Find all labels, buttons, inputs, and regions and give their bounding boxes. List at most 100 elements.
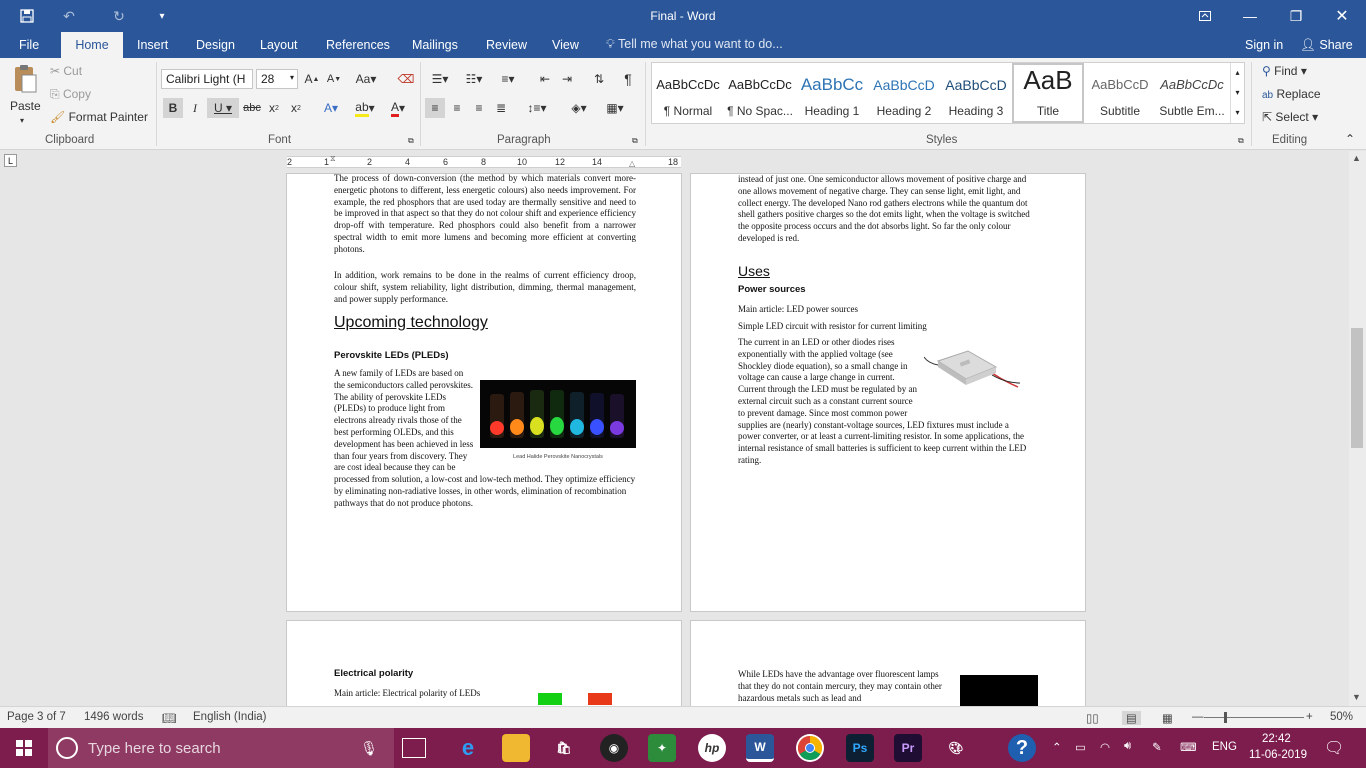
edge-icon[interactable]: e <box>454 734 482 762</box>
line-spacing-icon[interactable]: ↕≡▾ <box>522 98 552 118</box>
style-no-spacing[interactable]: AaBbCcDc ¶ No Spac... <box>724 63 796 123</box>
italic-button[interactable]: I <box>185 98 205 118</box>
page-left[interactable]: The process of down-conversion (the meth… <box>286 173 682 612</box>
store-icon[interactable]: 🛍︎ <box>550 734 578 762</box>
cut-button[interactable]: ✂ Cut <box>50 64 82 78</box>
select-button[interactable]: ⇱ Select ▾ <box>1262 110 1318 124</box>
bullets-icon[interactable]: ☰▾ <box>426 69 454 89</box>
clear-formatting-icon[interactable]: ⌫ <box>396 69 416 89</box>
web-layout-icon[interactable]: ▦ <box>1162 711 1173 725</box>
tab-mailings[interactable]: Mailings <box>412 38 458 52</box>
show-formatting-icon[interactable]: ¶ <box>618 69 638 89</box>
photoshop-icon[interactable]: Ps <box>846 734 874 762</box>
tray-expand-icon[interactable]: ⌃ <box>1052 740 1062 754</box>
chrome-icon[interactable] <box>796 734 824 762</box>
tab-file[interactable]: File <box>19 38 39 52</box>
format-painter-button[interactable]: 🖌︎ Format Painter <box>50 110 148 124</box>
copy-button[interactable]: ⎘ Copy <box>50 87 91 102</box>
media-app-icon[interactable]: ◉ <box>600 734 628 762</box>
scroll-up-icon[interactable]: ▲ <box>1352 153 1361 163</box>
numbering-icon[interactable]: ☷▾ <box>460 69 488 89</box>
justify-icon[interactable]: ≣ <box>491 98 511 118</box>
style-normal[interactable]: AaBbCcDc ¶ Normal <box>652 63 724 123</box>
align-left-icon[interactable]: ≡ <box>425 98 445 118</box>
paste-dropdown-icon[interactable]: ▾ <box>20 116 24 125</box>
page-right[interactable]: instead of just one. One semiconductor a… <box>690 173 1086 612</box>
clock-time[interactable]: 22:42 <box>1262 733 1291 745</box>
vertical-scrollbar[interactable]: ▲ ▼ <box>1349 151 1366 706</box>
proofing-icon[interactable]: 📖︎ <box>162 711 177 725</box>
network-icon[interactable]: ◠ <box>1100 740 1110 754</box>
zoom-level[interactable]: 50% <box>1330 711 1353 723</box>
restore-icon[interactable]: ❐ <box>1284 0 1308 32</box>
replace-button[interactable]: ab Replace <box>1262 87 1321 101</box>
font-dialog-launcher-icon[interactable]: ⧉ <box>408 136 414 146</box>
zoom-slider[interactable] <box>1204 717 1304 718</box>
sign-in-link[interactable]: Sign in <box>1245 38 1283 52</box>
tab-insert[interactable]: Insert <box>137 38 168 52</box>
superscript-button[interactable]: x2 <box>286 98 306 118</box>
zoom-slider-thumb[interactable] <box>1224 712 1227 723</box>
minimize-icon[interactable]: — <box>1238 0 1262 32</box>
sort-icon[interactable]: ⇅ <box>589 69 609 89</box>
borders-icon[interactable]: ▦▾ <box>600 98 630 118</box>
windows-start-icon[interactable] <box>10 734 38 762</box>
align-right-icon[interactable]: ≡ <box>469 98 489 118</box>
zoom-out-icon[interactable]: — <box>1192 711 1204 723</box>
strikethrough-button[interactable]: abc <box>242 98 262 118</box>
tab-home[interactable]: Home <box>61 32 123 58</box>
subscript-button[interactable]: x2 <box>264 98 284 118</box>
grow-font-icon[interactable]: A ▲ <box>303 69 321 89</box>
input-language[interactable]: ENG <box>1212 741 1237 753</box>
tab-design[interactable]: Design <box>196 38 235 52</box>
share-button[interactable]: 👤︎ Share <box>1300 38 1353 53</box>
shading-icon[interactable]: ◈▾ <box>565 98 593 118</box>
tab-selector-icon[interactable]: L <box>4 154 17 167</box>
page-count[interactable]: Page 3 of 7 <box>7 711 66 723</box>
microphone-icon[interactable]: 🎙︎ <box>360 740 378 757</box>
style-title[interactable]: AaB Title <box>1012 63 1084 123</box>
volume-icon[interactable]: 🔊︎ <box>1124 740 1131 753</box>
font-size-combo[interactable]: 28 ▾ <box>256 69 298 89</box>
read-mode-icon[interactable]: ▯▯ <box>1086 711 1099 725</box>
notifications-icon[interactable]: 🗨︎ <box>1324 738 1344 758</box>
task-view-icon[interactable] <box>402 738 426 758</box>
right-indent-marker[interactable]: △ <box>629 159 635 168</box>
paint-icon[interactable]: 🎨︎ <box>942 734 970 762</box>
battery-icon[interactable]: ▭ <box>1075 740 1086 754</box>
style-subtle-emphasis[interactable]: AaBbCcDc Subtle Em... <box>1156 63 1228 123</box>
ribbon-display-options-icon[interactable] <box>1194 0 1216 32</box>
font-name-combo[interactable]: Calibri Light (H <box>161 69 253 89</box>
scroll-thumb[interactable] <box>1351 328 1363 448</box>
underline-button[interactable]: U ▾ <box>207 98 239 118</box>
style-heading-3[interactable]: AaBbCcD Heading 3 <box>940 63 1012 123</box>
paste-label[interactable]: Paste <box>10 99 41 113</box>
close-icon[interactable]: ✕ <box>1330 0 1354 32</box>
page-bottom-right[interactable]: While LEDs have the advantage over fluor… <box>690 620 1086 720</box>
collapse-ribbon-icon[interactable]: ⌃ <box>1345 132 1355 146</box>
pen-icon[interactable]: ✎ <box>1152 740 1162 754</box>
tab-view[interactable]: View <box>552 38 579 52</box>
language[interactable]: English (India) <box>193 711 267 723</box>
tab-layout[interactable]: Layout <box>260 38 298 52</box>
game-app-icon[interactable]: ✦ <box>648 734 676 762</box>
tell-me-box[interactable]: 💡︎ Tell me what you want to do... <box>606 37 783 52</box>
indent-marker[interactable]: ⧖ <box>330 154 336 164</box>
text-effects-icon[interactable]: A▾ <box>317 98 345 118</box>
paste-button[interactable] <box>8 62 42 96</box>
align-center-icon[interactable]: ≡ <box>447 98 467 118</box>
taskbar-search[interactable]: Type here to search 🎙︎ <box>48 728 394 768</box>
help-icon[interactable]: ? <box>1008 734 1036 762</box>
gallery-scroll[interactable]: ▴ ▾ ▾ <box>1230 63 1244 123</box>
change-case-icon[interactable]: Aa▾ <box>352 69 380 89</box>
font-color-icon[interactable]: A ▾ <box>384 98 412 118</box>
clock-date[interactable]: 11-06-2019 <box>1249 749 1307 761</box>
word-count[interactable]: 1496 words <box>84 711 143 723</box>
paragraph-dialog-launcher-icon[interactable]: ⧉ <box>632 136 638 146</box>
ruler-track[interactable]: 2 1 2 4 6 8 10 12 14 18 ⧖ △ <box>287 154 681 168</box>
tab-review[interactable]: Review <box>486 38 527 52</box>
increase-indent-icon[interactable]: ⇥ <box>557 69 577 89</box>
decrease-indent-icon[interactable]: ⇤ <box>535 69 555 89</box>
style-heading-2[interactable]: AaBbCcD Heading 2 <box>868 63 940 123</box>
file-explorer-icon[interactable] <box>502 734 530 762</box>
